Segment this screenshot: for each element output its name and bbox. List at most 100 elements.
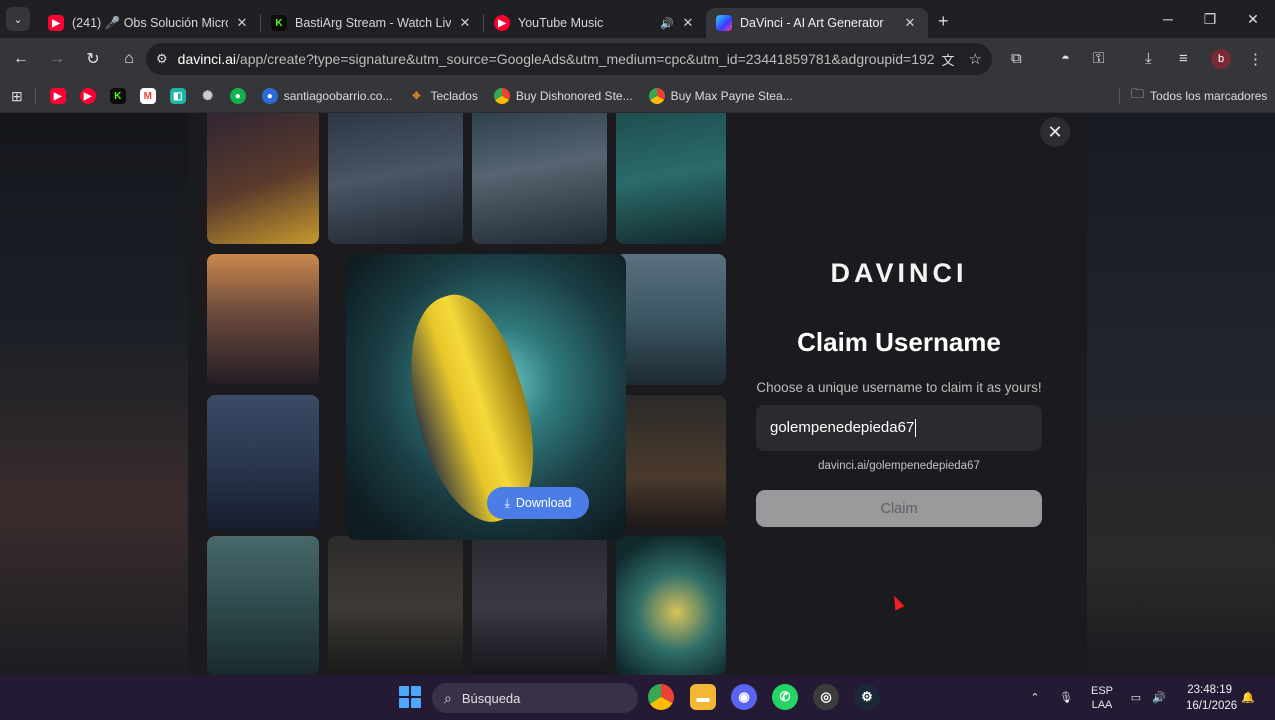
address-bar[interactable]: ⚙ davinci.ai/app/create?type=signature&u… — [146, 43, 992, 75]
bookmark-separator — [1119, 88, 1120, 104]
youtube-icon: ▶ — [48, 15, 64, 31]
bookmark-label: Buy Dishonored Ste... — [515, 89, 633, 103]
tab-title: YouTube Music — [518, 16, 604, 30]
folder-icon: 🗀 — [1131, 86, 1145, 101]
site-settings-icon[interactable]: ⚙ — [156, 51, 168, 67]
green-app-icon[interactable]: ● — [229, 88, 246, 104]
steam-icon[interactable]: ⚙ — [854, 684, 880, 710]
gallery-image[interactable] — [616, 113, 726, 244]
close-modal-button[interactable]: ✕ — [1040, 117, 1070, 147]
restore-icon[interactable]: ❐ — [1187, 0, 1233, 38]
app-icon[interactable]: ◧ — [169, 88, 186, 104]
menu-kebab-icon[interactable]: ⋮ — [1248, 50, 1263, 68]
search-icon: ⌕ — [444, 689, 452, 706]
download-icon[interactable]: ⤓ — [1145, 50, 1152, 67]
gallery-image[interactable] — [616, 395, 726, 530]
bookmark-max-payne[interactable]: Buy Max Payne Stea... — [648, 88, 793, 104]
media-control-icon[interactable]: ≡ — [1179, 50, 1188, 67]
tab-davinci[interactable]: DaVinci - AI Art Generator ✕ — [706, 8, 928, 38]
incognito-icon[interactable]: ◓ — [1061, 50, 1070, 67]
site-icon: ● — [261, 88, 278, 104]
bookmark-santiago[interactable]: ● santiagoobarrio.co... — [261, 88, 393, 104]
gallery-image[interactable] — [328, 113, 463, 244]
claim-username-modal: ⤓ Download ✕ DAVINCI Claim Username Choo… — [188, 113, 1087, 675]
language-indicator[interactable]: ESP LAA — [1088, 675, 1116, 720]
tab-youtube-music[interactable]: ▶ YouTube Music 🔊 ✕ — [484, 8, 706, 38]
download-button[interactable]: ⤓ Download — [487, 487, 589, 519]
tab-youtube[interactable]: ▶ (241) 🎤 Obs Solución Micrófono ✕ — [38, 8, 260, 38]
obs-icon[interactable]: ◎ — [813, 684, 839, 710]
language-line1: ESP — [1090, 684, 1113, 697]
chrome-store-icon — [493, 88, 510, 104]
forward-icon[interactable]: → — [40, 42, 74, 76]
new-tab-button[interactable]: + — [938, 11, 949, 32]
gmail-icon[interactable]: M — [139, 88, 156, 104]
gallery-image[interactable] — [207, 254, 319, 385]
kick-icon[interactable]: K — [109, 88, 126, 104]
taskbar-search[interactable]: ⌕ Búsqueda — [432, 683, 638, 713]
close-icon[interactable]: ✕ — [902, 15, 918, 31]
close-icon[interactable]: ✕ — [234, 15, 250, 31]
youtube-music-icon: ▶ — [494, 15, 510, 31]
system-clock[interactable]: 23:48:19 16/1/2026 — [1186, 682, 1238, 714]
address-url[interactable]: davinci.ai/app/create?type=signature&utm… — [178, 51, 934, 67]
tab-title: BastiArg Stream - Watch Live on Kick — [295, 16, 451, 30]
microphone-icon[interactable]: 🎙 — [1058, 675, 1074, 720]
home-icon[interactable]: ⌂ — [112, 42, 146, 76]
all-bookmarks-folder[interactable]: 🗀 Todos los marcadores — [1131, 85, 1267, 107]
notification-bell-icon[interactable]: 🔔 — [1240, 675, 1256, 720]
browser-toolbar: ← → ↻ ⌂ ⚙ davinci.ai/app/create?type=sig… — [0, 38, 1275, 80]
translate-icon[interactable]: 文 — [942, 50, 955, 69]
network-icon[interactable]: ▭ — [1128, 675, 1144, 720]
tab-kick[interactable]: K BastiArg Stream - Watch Live on Kick ✕ — [261, 8, 483, 38]
clock-time: 23:48:19 — [1187, 684, 1232, 696]
background-blur-right — [1087, 113, 1275, 675]
username-input[interactable]: golempenedepieda67 — [756, 405, 1042, 451]
claim-button[interactable]: Claim — [756, 490, 1042, 527]
gallery-image[interactable] — [207, 113, 319, 244]
profile-url-preview: davinci.ai/golempenedepieda67 — [818, 460, 980, 472]
file-explorer-icon[interactable]: ▬ — [690, 684, 716, 710]
youtube-icon[interactable]: ▶ — [49, 88, 66, 104]
close-icon[interactable]: ✕ — [680, 15, 696, 31]
chatgpt-icon[interactable]: ✺ — [200, 88, 216, 104]
image-gallery — [206, 113, 728, 675]
davinci-logo: DAVINCI — [830, 258, 968, 288]
window-close-icon[interactable]: ✕ — [1230, 0, 1275, 38]
claim-subtitle: Choose a unique username to claim it as … — [756, 380, 1042, 395]
bookmark-label: santiagoobarrio.co... — [283, 89, 393, 103]
gallery-image[interactable] — [616, 254, 726, 385]
gallery-image[interactable] — [472, 113, 607, 244]
gallery-image[interactable] — [328, 536, 463, 675]
speaker-icon[interactable]: 🔊 — [660, 17, 674, 30]
gallery-image[interactable] — [207, 536, 319, 675]
back-icon[interactable]: ← — [4, 42, 38, 76]
tab-search-button[interactable]: ⌄ — [6, 7, 30, 31]
background-blur-left — [0, 113, 188, 675]
bookmark-star-icon[interactable]: ☆ — [969, 50, 982, 68]
extensions-icon[interactable]: ⧉ — [1011, 50, 1022, 67]
reload-icon[interactable]: ↻ — [76, 42, 110, 76]
windows-start-icon[interactable] — [399, 686, 421, 708]
whatsapp-icon[interactable]: ✆ — [772, 684, 798, 710]
chevron-down-icon: ⌄ — [13, 13, 23, 26]
bookmark-dishonored[interactable]: Buy Dishonored Ste... — [493, 88, 633, 104]
password-key-icon[interactable]: ⚿ — [1093, 50, 1104, 67]
discord-icon[interactable]: ◉ — [731, 684, 757, 710]
profile-avatar[interactable]: b — [1211, 49, 1231, 69]
youtube-music-icon[interactable]: ▶ — [79, 88, 96, 104]
minimize-icon[interactable]: ─ — [1145, 0, 1191, 38]
gallery-image[interactable] — [472, 536, 607, 675]
chrome-taskbar-icon[interactable] — [648, 684, 674, 710]
clock-date: 16/1/2026 — [1186, 700, 1238, 712]
tray-chevron-up-icon[interactable]: ⌃ — [1027, 675, 1043, 720]
bookmark-teclados[interactable]: ✥ Teclados — [408, 88, 478, 104]
volume-icon[interactable]: 🔊 — [1151, 675, 1167, 720]
apps-grid-icon[interactable]: ⊞ — [11, 88, 23, 105]
tab-title: (241) 🎤 Obs Solución Micrófono — [72, 15, 228, 30]
gallery-image[interactable] — [207, 395, 319, 530]
gallery-image[interactable] — [616, 536, 726, 675]
close-icon[interactable]: ✕ — [457, 15, 473, 31]
chrome-store-icon — [648, 88, 665, 104]
taskbar-search-placeholder: Búsqueda — [461, 690, 521, 706]
